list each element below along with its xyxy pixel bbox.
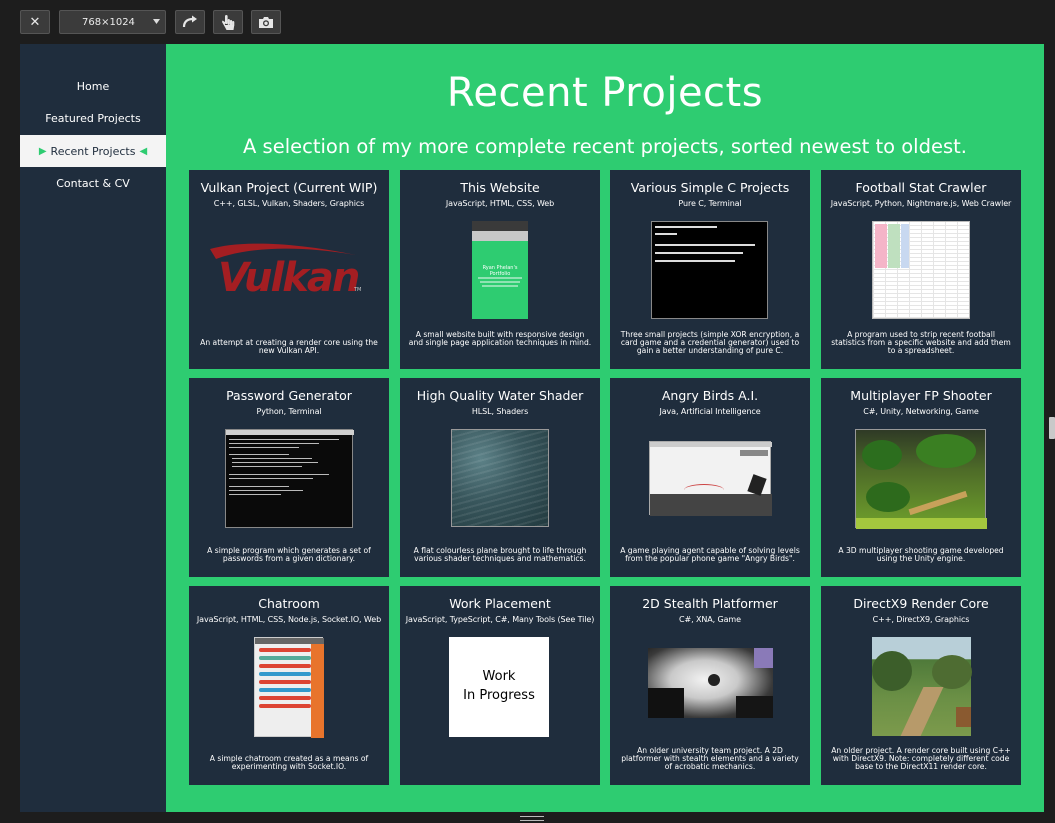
card-tags: C++, GLSL, Vulkan, Shaders, Graphics xyxy=(213,199,365,208)
card-description: A 3D multiplayer shooting game developed… xyxy=(838,546,1004,564)
card-title: Chatroom xyxy=(258,596,320,611)
card-title: Football Stat Crawler xyxy=(855,180,987,195)
screenshot-button[interactable] xyxy=(251,10,281,34)
card-description: A flat colourless plane brought to life … xyxy=(413,546,587,564)
project-card[interactable]: 2D Stealth Platformer C#, XNA, Game An o… xyxy=(610,586,810,785)
website-phone-screenshot: Ryan Phelan's Portfolio xyxy=(472,221,528,319)
card-description: A program used to strip recent football … xyxy=(831,330,1011,356)
card-tags: JavaScript, TypeScript, C#, Many Tools (… xyxy=(405,615,595,624)
card-description: A simple chatroom created as a means of … xyxy=(209,754,369,772)
project-card[interactable]: Angry Birds A.I. Java, Artificial Intell… xyxy=(610,378,810,577)
card-title: This Website xyxy=(460,180,540,195)
card-tags: C#, Unity, Networking, Game xyxy=(863,407,979,416)
arrow-left-icon: ◀ xyxy=(139,145,148,157)
sidebar-item-label: Contact & CV xyxy=(56,177,130,190)
project-card[interactable]: Football Stat Crawler JavaScript, Python… xyxy=(821,170,1021,369)
page-title: Recent Projects xyxy=(446,70,764,116)
card-description: An older university team project. A 2D p… xyxy=(621,746,799,772)
sidebar: Home Featured Projects ▶ Recent Projects… xyxy=(20,44,166,812)
project-card[interactable]: High Quality Water Shader HLSL, Shaders … xyxy=(400,378,600,577)
device-viewport: Home Featured Projects ▶ Recent Projects… xyxy=(20,44,1044,812)
card-tags: JavaScript, HTML, CSS, Web xyxy=(445,199,555,208)
close-icon: ✕ xyxy=(29,14,41,30)
water-shader-screenshot xyxy=(451,429,549,527)
arrow-right-icon: ▶ xyxy=(38,145,47,157)
sidebar-item-home[interactable]: Home xyxy=(20,71,166,102)
chevron-down-icon xyxy=(153,19,160,24)
terrain-render-screenshot xyxy=(872,637,972,736)
card-tags: JavaScript, Python, Nightmare.js, Web Cr… xyxy=(830,199,1012,208)
sidebar-item-featured-projects[interactable]: Featured Projects xyxy=(20,103,166,134)
card-title: Multiplayer FP Shooter xyxy=(850,388,992,403)
stealth-platformer-screenshot xyxy=(648,648,773,718)
project-card[interactable]: Multiplayer FP Shooter C#, Unity, Networ… xyxy=(821,378,1021,577)
touch-hand-icon xyxy=(222,14,235,30)
card-description: A small website built with responsive de… xyxy=(408,330,592,348)
card-description: An attempt at creating a render core usi… xyxy=(200,338,378,356)
sidebar-item-label: Recent Projects xyxy=(50,144,136,158)
card-description: A game playing agent capable of solving … xyxy=(620,546,800,564)
card-description: A simple program which generates a set o… xyxy=(207,546,371,564)
device-preview-toolbar: ✕ 768×1024 xyxy=(0,0,1055,44)
chatroom-phone-screenshot xyxy=(254,637,324,738)
vulkan-logo-text: Vulkan xyxy=(218,255,359,301)
close-preview-button[interactable]: ✕ xyxy=(20,10,50,34)
card-title: Various Simple C Projects xyxy=(630,180,790,195)
card-tags: Python, Terminal xyxy=(256,407,322,416)
card-title: 2D Stealth Platformer xyxy=(642,596,778,611)
touch-emulation-button[interactable] xyxy=(213,10,243,34)
angry-birds-screenshot xyxy=(649,441,772,516)
main-content: Recent Projects A selection of my more c… xyxy=(166,44,1044,812)
sidebar-item-label: Home xyxy=(76,80,110,93)
rotate-button[interactable] xyxy=(175,10,205,34)
project-card[interactable]: Vulkan Project (Current WIP) C++, GLSL, … xyxy=(189,170,389,369)
sidebar-item-contact-cv[interactable]: Contact & CV xyxy=(20,168,166,199)
card-title: DirectX9 Render Core xyxy=(853,596,989,611)
card-title: High Quality Water Shader xyxy=(416,388,584,403)
camera-icon xyxy=(259,16,273,28)
card-title: Password Generator xyxy=(226,388,352,403)
sidebar-item-recent-projects[interactable]: ▶ Recent Projects ◀ xyxy=(20,135,166,167)
card-description: An older project. A render core built us… xyxy=(831,746,1011,772)
card-tags: Java, Artificial Intelligence xyxy=(659,407,761,416)
svg-text:TM: TM xyxy=(353,287,361,293)
card-title: Work Placement xyxy=(449,596,551,611)
spreadsheet-screenshot xyxy=(872,221,970,319)
card-tags: HLSL, Shaders xyxy=(471,407,529,416)
card-title: Angry Birds A.I. xyxy=(661,388,759,403)
project-card[interactable]: Chatroom JavaScript, HTML, CSS, Node.js,… xyxy=(189,586,389,785)
viewport-size-select[interactable]: 768×1024 xyxy=(59,10,166,34)
card-tags: C#, XNA, Game xyxy=(679,615,741,624)
project-card[interactable]: Various Simple C Projects Pure C, Termin… xyxy=(610,170,810,369)
work-in-progress-image: Work In Progress xyxy=(449,637,549,737)
rotate-icon xyxy=(182,15,197,28)
project-card[interactable]: DirectX9 Render Core C++, DirectX9, Grap… xyxy=(821,586,1021,785)
fps-level-screenshot xyxy=(855,429,987,529)
resize-handle[interactable] xyxy=(520,816,544,821)
sidebar-item-label: Featured Projects xyxy=(45,112,141,125)
card-title: Vulkan Project (Current WIP) xyxy=(200,180,378,195)
page-subtitle: A selection of my more complete recent p… xyxy=(243,135,967,158)
card-tags: C++, DirectX9, Graphics xyxy=(872,615,970,624)
scrollbar-handle[interactable] xyxy=(1049,417,1055,439)
card-description: Three small projects (simple XOR encrypt… xyxy=(620,330,800,356)
project-card[interactable]: Password Generator Python, Terminal A si… xyxy=(189,378,389,577)
card-tags: JavaScript, HTML, CSS, Node.js, Socket.I… xyxy=(196,615,382,624)
vulkan-logo-image: Vulkan TM xyxy=(210,243,361,301)
viewport-size-value: 768×1024 xyxy=(82,16,135,28)
card-tags: Pure C, Terminal xyxy=(678,199,742,208)
project-card[interactable]: Work Placement JavaScript, TypeScript, C… xyxy=(400,586,600,785)
password-terminal-screenshot xyxy=(225,429,354,528)
project-card[interactable]: This Website JavaScript, HTML, CSS, Web … xyxy=(400,170,600,369)
terminal-card-game-screenshot xyxy=(651,221,768,319)
